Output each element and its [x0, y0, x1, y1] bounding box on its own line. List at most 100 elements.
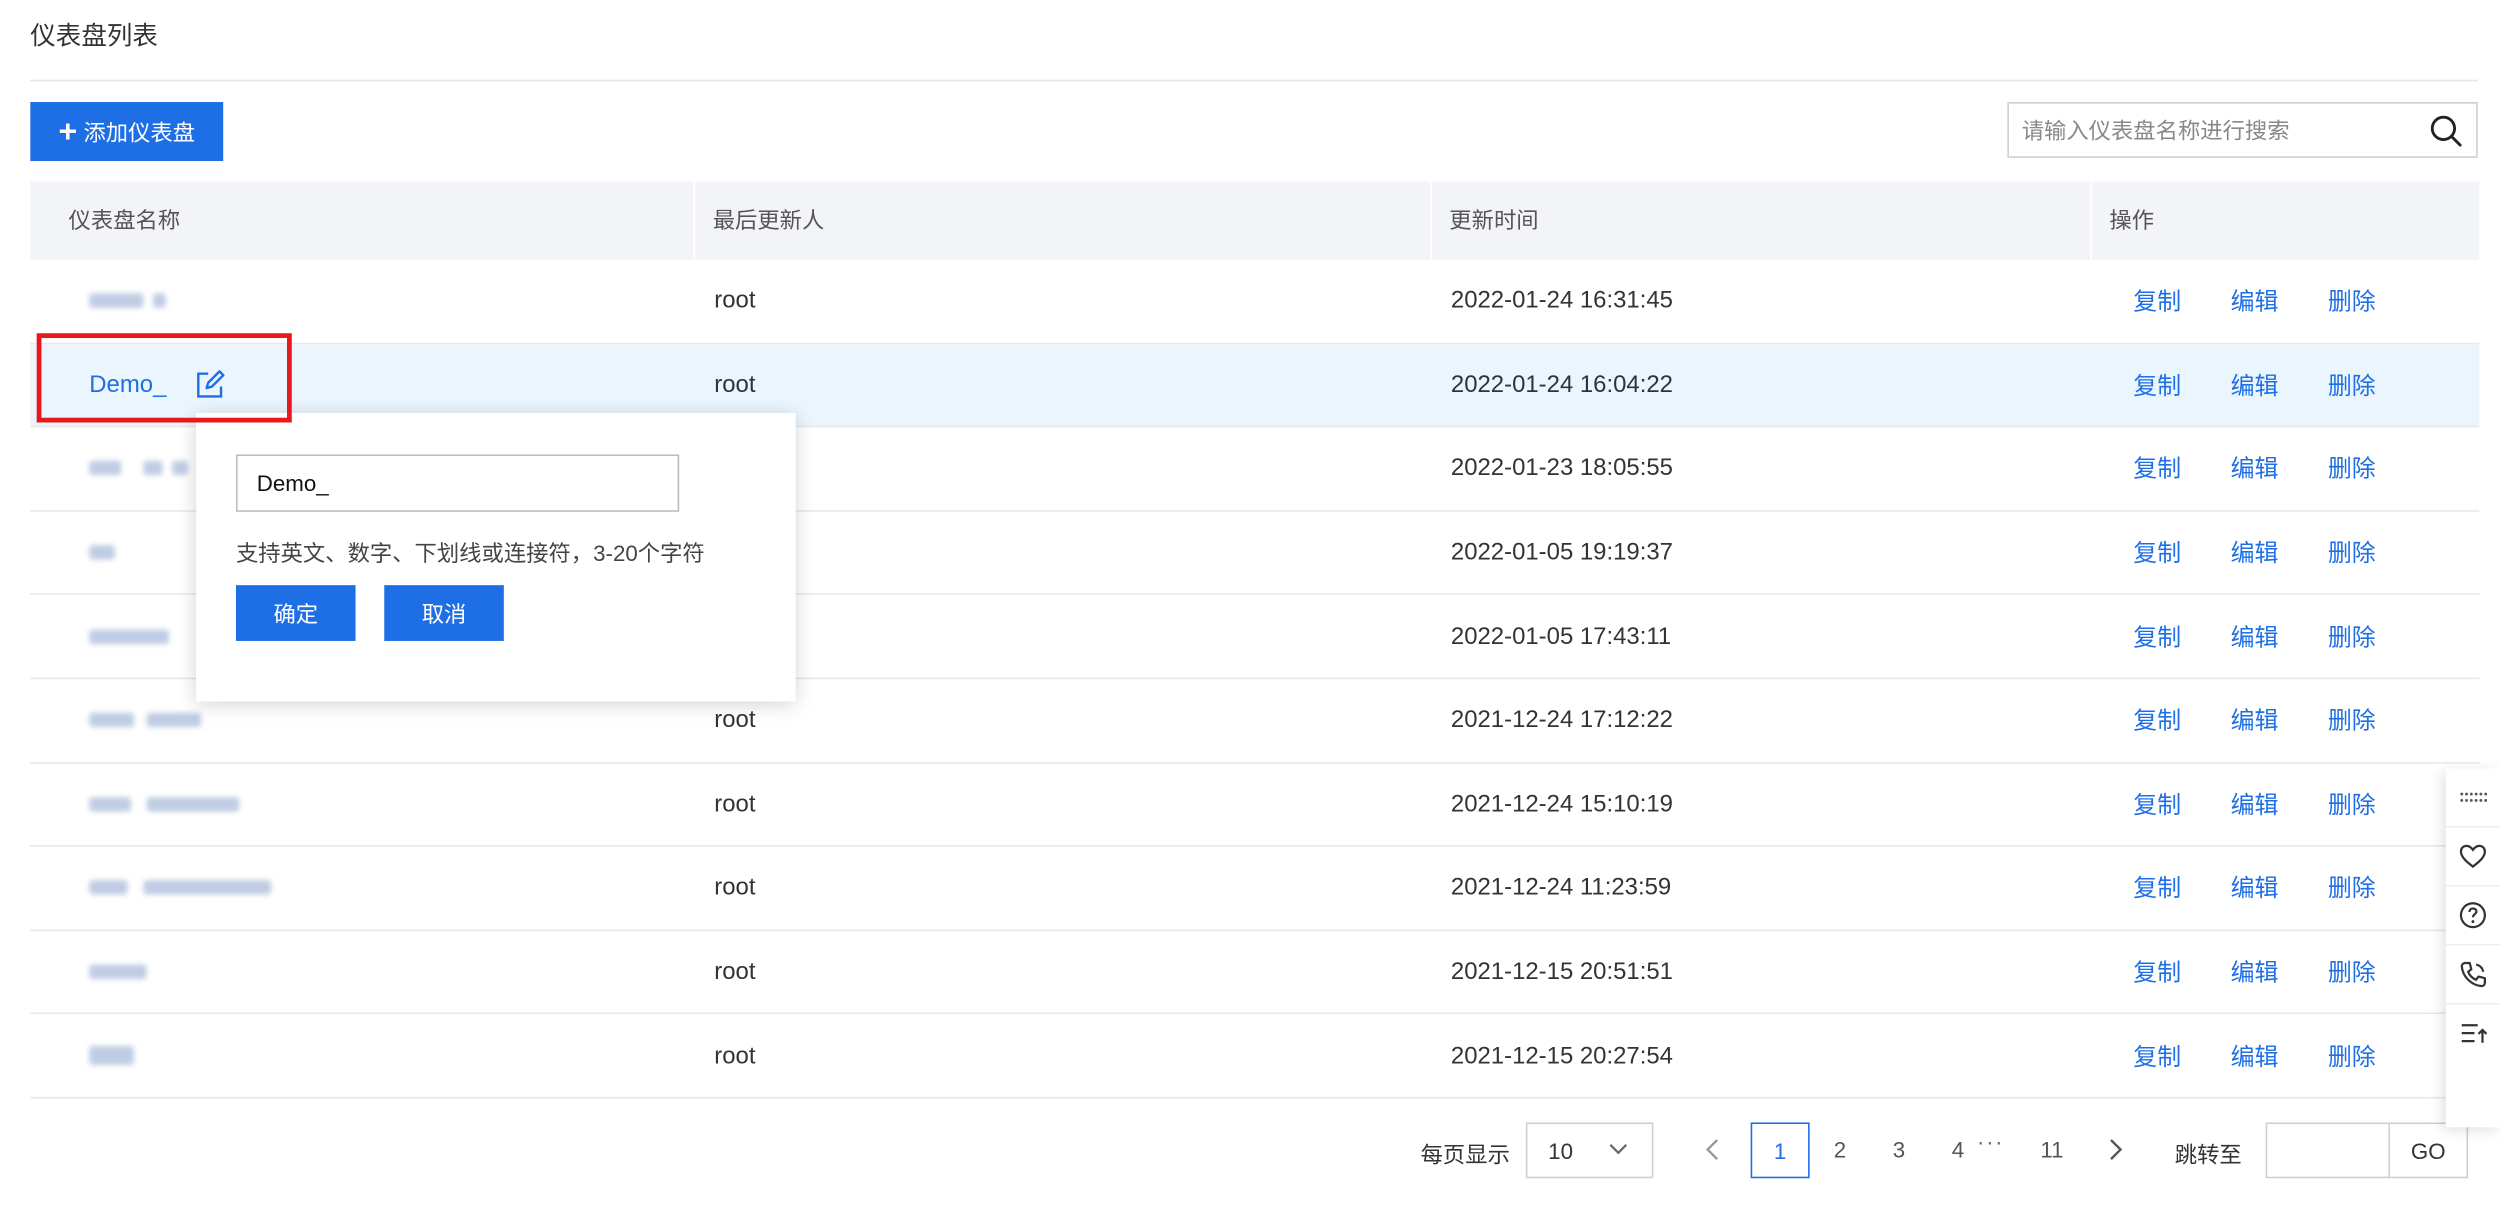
side-tool-favorite[interactable]	[2445, 825, 2500, 885]
page-button-2[interactable]: 2	[1826, 1122, 1855, 1178]
search-icon[interactable]	[2428, 113, 2463, 148]
row-actions: 复制 编辑 删除	[2133, 428, 2425, 510]
redacted-name	[89, 713, 134, 728]
dashboard-name-cell[interactable]	[89, 1015, 134, 1097]
delete-button[interactable]: 删除	[2328, 955, 2376, 988]
delete-button[interactable]: 删除	[2328, 704, 2376, 737]
delete-button[interactable]: 删除	[2328, 284, 2376, 317]
table-header: 仪表盘名称 最后更新人 更新时间 操作	[30, 181, 2480, 260]
dashboard-name-cell[interactable]	[89, 595, 170, 677]
update-time-cell: 2021-12-15 20:51:51	[1450, 958, 1673, 986]
go-button[interactable]: GO	[2388, 1122, 2469, 1179]
copy-button[interactable]: 复制	[2133, 620, 2181, 653]
side-tool-drag[interactable]	[2446, 769, 2500, 826]
redacted-name	[89, 629, 170, 644]
delete-button[interactable]: 删除	[2328, 536, 2376, 569]
copy-button[interactable]: 复制	[2133, 871, 2181, 904]
copy-button[interactable]: 复制	[2133, 452, 2181, 485]
updater-cell: root	[714, 1042, 756, 1070]
edit-button[interactable]: 编辑	[2231, 787, 2279, 820]
dashboard-name-cell[interactable]	[89, 847, 272, 929]
edit-button[interactable]: 编辑	[2231, 704, 2279, 737]
search-box	[2007, 102, 2478, 158]
rename-hint: 支持英文、数字、下划线或连接符，3-20个字符	[235, 540, 705, 567]
redacted-name	[89, 293, 144, 309]
edit-button[interactable]: 编辑	[2231, 536, 2279, 569]
update-time-cell: 2022-01-24 16:04:22	[1450, 371, 1673, 399]
copy-button[interactable]: 复制	[2133, 955, 2181, 988]
side-tool-phone[interactable]	[2445, 943, 2500, 1003]
redacted-name	[146, 713, 201, 728]
plus-icon: +	[58, 113, 78, 150]
rename-input[interactable]	[235, 454, 680, 512]
copy-button[interactable]: 复制	[2133, 1039, 2181, 1072]
page-button-last[interactable]: 11	[2034, 1122, 2069, 1178]
drag-handle-icon	[2460, 792, 2488, 802]
edit-button[interactable]: 编辑	[2231, 1039, 2279, 1072]
app-root: 仪表盘列表 + 添加仪表盘 仪表盘名称 最后更新人 更新时间 操作 root 2…	[0, 0, 2500, 1212]
copy-button[interactable]: 复制	[2133, 536, 2181, 569]
redacted-name	[89, 964, 147, 980]
dashboard-name-link[interactable]: Demo_	[89, 371, 166, 398]
cancel-button[interactable]: 取消	[384, 585, 504, 641]
side-tool-help[interactable]	[2445, 884, 2500, 944]
dashboard-name-cell[interactable]	[89, 679, 201, 761]
row-actions: 复制 编辑 删除	[2133, 595, 2425, 677]
dashboard-name-cell[interactable]	[89, 763, 240, 845]
delete-button[interactable]: 删除	[2328, 871, 2376, 904]
column-header-actions: 操作	[2090, 181, 2479, 260]
copy-button[interactable]: 复制	[2133, 787, 2181, 820]
copy-button[interactable]: 复制	[2133, 704, 2181, 737]
table-row: root 2021-12-24 11:23:59 复制 编辑 删除	[30, 847, 2480, 931]
updater-cell: root	[714, 958, 756, 986]
updater-cell: root	[714, 790, 756, 818]
delete-button[interactable]: 删除	[2328, 368, 2376, 401]
delete-button[interactable]: 删除	[2328, 787, 2376, 820]
updater-cell: root	[714, 287, 756, 315]
page-button-1[interactable]: 1	[1750, 1122, 1810, 1179]
row-actions: 复制 编辑 删除	[2133, 511, 2425, 593]
prev-page-icon[interactable]	[1704, 1138, 1720, 1160]
column-header-name: 仪表盘名称	[68, 207, 181, 233]
chevron-down-icon	[1609, 1143, 1628, 1155]
edit-button[interactable]: 编辑	[2231, 284, 2279, 317]
dashboard-name-cell[interactable]	[89, 428, 189, 510]
page-button-3[interactable]: 3	[1885, 1122, 1914, 1178]
dashboard-name-cell[interactable]	[89, 260, 166, 342]
row-actions: 复制 编辑 删除	[2133, 931, 2425, 1013]
dashboard-name-cell[interactable]	[89, 931, 147, 1013]
updater-cell: root	[714, 874, 756, 902]
copy-button[interactable]: 复制	[2133, 284, 2181, 317]
edit-button[interactable]: 编辑	[2231, 955, 2279, 988]
add-dashboard-label: 添加仪表盘	[83, 118, 196, 145]
copy-button[interactable]: 复制	[2133, 368, 2181, 401]
side-tool-top[interactable]	[2445, 1002, 2500, 1062]
row-actions: 复制 编辑 删除	[2133, 1015, 2425, 1097]
delete-button[interactable]: 删除	[2328, 620, 2376, 653]
table-row: root 2022-01-24 16:31:45 复制 编辑 删除	[30, 260, 2480, 344]
edit-button[interactable]: 编辑	[2231, 368, 2279, 401]
update-time-cell: 2021-12-24 15:10:19	[1450, 790, 1673, 818]
page-button-4[interactable]: 4	[1944, 1122, 1973, 1178]
redacted-name	[153, 293, 166, 309]
delete-button[interactable]: 删除	[2328, 1039, 2376, 1072]
jump-page-input[interactable]	[2265, 1122, 2391, 1179]
row-actions: 复制 编辑 删除	[2133, 847, 2425, 929]
edit-button[interactable]: 编辑	[2231, 452, 2279, 485]
edit-button[interactable]: 编辑	[2231, 620, 2279, 653]
page-ellipsis: ···	[1977, 1128, 2005, 1155]
edit-icon[interactable]	[195, 370, 226, 400]
help-icon	[2459, 902, 2486, 929]
row-actions: 复制 编辑 删除	[2133, 763, 2425, 845]
per-page-select[interactable]: 10	[1525, 1122, 1654, 1179]
next-page-icon[interactable]	[2108, 1138, 2124, 1160]
search-input[interactable]	[2008, 103, 2426, 157]
title-divider	[30, 79, 2478, 82]
delete-button[interactable]: 删除	[2328, 452, 2376, 485]
edit-button[interactable]: 编辑	[2231, 871, 2279, 904]
confirm-button[interactable]: 确定	[235, 585, 356, 641]
dashboard-name-cell[interactable]	[89, 511, 115, 593]
redacted-name	[89, 545, 115, 560]
row-actions: 复制 编辑 删除	[2133, 344, 2425, 426]
add-dashboard-button[interactable]: + 添加仪表盘	[30, 102, 224, 162]
